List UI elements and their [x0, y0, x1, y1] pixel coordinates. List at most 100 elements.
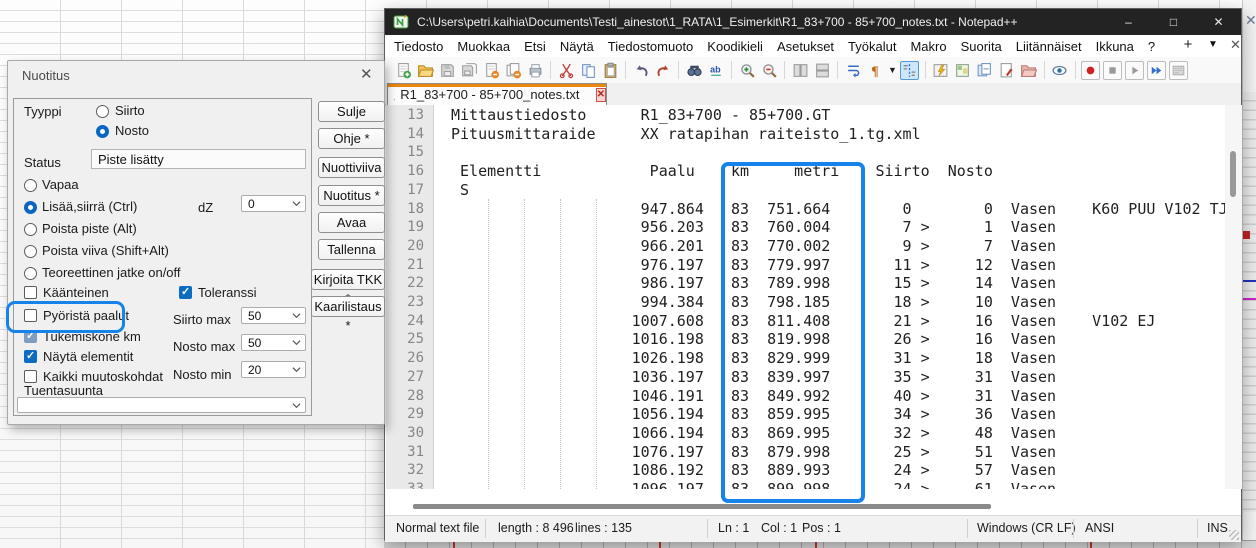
titlebar[interactable]: C:\Users\petri.kaihia\Documents\Testi_ai… [385, 9, 1241, 35]
menu-liitannaiset[interactable]: Liitännäiset [1009, 39, 1089, 54]
find-icon[interactable] [685, 61, 704, 80]
vertical-scrollbar[interactable] [1225, 105, 1242, 489]
menu-tiedostomuoto[interactable]: Tiedostomuoto [601, 39, 701, 54]
menu-muokkaa[interactable]: Muokkaa [450, 39, 517, 54]
folder-as-workspace-icon[interactable] [1019, 61, 1038, 80]
radio-siirto[interactable] [96, 105, 109, 118]
tuentasuunta-combo[interactable] [17, 397, 306, 413]
radio-siirto-label[interactable]: Siirto [115, 103, 145, 118]
shortcut-mapper-icon[interactable] [931, 61, 950, 80]
paste-icon[interactable] [601, 61, 620, 80]
sync-vertical-icon[interactable] [791, 61, 810, 80]
menu-ikkuna[interactable]: Ikkuna [1089, 39, 1141, 54]
indent-guide-icon[interactable] [900, 61, 919, 80]
function-list-icon[interactable] [997, 61, 1016, 80]
status-encoding[interactable]: ANSI [1085, 521, 1114, 535]
close-doc-icon[interactable] [482, 61, 501, 80]
radio-lisaa-siirra[interactable] [24, 201, 37, 214]
nuottiviiva-button[interactable]: Nuottiviiva [318, 157, 385, 178]
checkbox-toleranssi-label[interactable]: Toleranssi [198, 285, 257, 300]
radio-lisaa-siirra-label[interactable]: Lisää,siirrä (Ctrl) [42, 199, 137, 214]
radio-poista-piste[interactable] [24, 223, 37, 236]
new-file-icon[interactable] [394, 61, 413, 80]
macro-record-icon[interactable] [1081, 61, 1100, 80]
checkbox-kaikki-muutoskohdat-label[interactable]: Kaikki muutoskohdat [43, 369, 163, 384]
nosto-min-combo[interactable]: 20 [241, 361, 306, 378]
checkbox-kaanteinen-label[interactable]: Käänteinen [43, 285, 109, 300]
tallenna-button[interactable]: Tallenna [318, 239, 385, 260]
radio-vapaa[interactable] [24, 179, 37, 192]
kirjoita-tkk-button[interactable]: Kirjoita TKK * [311, 269, 385, 290]
checkbox-kaikki-muutoskohdat[interactable] [24, 370, 37, 383]
macro-stop-icon[interactable] [1103, 61, 1122, 80]
radio-vapaa-label[interactable]: Vapaa [42, 177, 79, 192]
status-typing-mode[interactable]: INS [1207, 521, 1228, 535]
redo-icon[interactable] [654, 61, 673, 80]
menu-tiedosto[interactable]: Tiedosto [387, 39, 450, 54]
radio-nosto-label[interactable]: Nosto [115, 123, 149, 138]
horizontal-scrollbar[interactable] [386, 489, 1225, 515]
undo-icon[interactable] [632, 61, 651, 80]
sulje-button[interactable]: Sulje [318, 101, 385, 122]
new-tab-button[interactable]: + [1178, 36, 1198, 53]
replace-icon[interactable]: ab [707, 61, 726, 80]
show-symbols-icon[interactable]: ¶ [866, 61, 885, 80]
menu-koodikieli[interactable]: Koodikieli [700, 39, 770, 54]
document-map-icon[interactable] [953, 61, 972, 80]
word-wrap-icon[interactable] [844, 61, 863, 80]
menu-suorita[interactable]: Suorita [954, 39, 1009, 54]
radio-poista-viiva-label[interactable]: Poista viiva (Shift+Alt) [42, 243, 169, 258]
radio-poista-viiva[interactable] [24, 245, 37, 258]
avaa-button[interactable]: Avaa [318, 212, 385, 233]
kaarilistaus-button[interactable]: Kaarilistaus * [311, 296, 385, 317]
macro-run-icon[interactable] [1147, 61, 1166, 80]
macro-save-icon[interactable] [1169, 61, 1188, 80]
zoom-in-icon[interactable] [738, 61, 757, 80]
tab-active[interactable]: R1_83+700 - 85+700_notes.txt ✕ [387, 83, 607, 105]
checkbox-tukemiskone-km[interactable] [24, 330, 37, 343]
checkbox-nayta-elementit-label[interactable]: Näytä elementit [43, 349, 133, 364]
radio-poista-piste-label[interactable]: Poista piste (Alt) [42, 221, 137, 236]
checkbox-nayta-elementit[interactable] [24, 350, 37, 363]
pin-icon[interactable] [586, 88, 587, 101]
checkbox-kaanteinen[interactable] [24, 286, 37, 299]
menu-tyokalut[interactable]: Työkalut [841, 39, 903, 54]
editor[interactable]: 13 14 15 16 17 18 19 20 21 22 23 24 25 2… [386, 105, 1225, 489]
tab-close-icon[interactable]: ✕ [596, 88, 606, 102]
open-folder-icon[interactable] [416, 61, 435, 80]
cut-icon[interactable] [557, 61, 576, 80]
nuotitus-button[interactable]: Nuotitus * [318, 185, 385, 206]
status-eol[interactable]: Windows (CR LF) [977, 521, 1076, 535]
checkbox-toleranssi[interactable] [179, 286, 192, 299]
radio-nosto[interactable] [96, 125, 109, 138]
zoom-out-icon[interactable] [760, 61, 779, 80]
close-tab-button[interactable]: ✕ [1230, 37, 1241, 53]
file-monitoring-icon[interactable] [1050, 61, 1069, 80]
print-icon[interactable] [526, 61, 545, 80]
nosto-max-combo[interactable]: 50 [241, 334, 306, 351]
resize-grip[interactable] [1229, 530, 1239, 540]
status-field[interactable]: Piste lisätty [91, 149, 306, 169]
menu-etsi[interactable]: Etsi [517, 39, 553, 54]
checkbox-pyorista-paalut[interactable] [24, 309, 37, 322]
maximize-button[interactable]: □ [1151, 9, 1196, 35]
document-switcher-icon[interactable] [975, 61, 994, 80]
copy-icon[interactable] [579, 61, 598, 80]
close-all-docs-icon[interactable] [504, 61, 523, 80]
save-icon[interactable] [438, 61, 457, 80]
menu-nayta[interactable]: Näytä [553, 39, 601, 54]
save-all-icon[interactable] [460, 61, 479, 80]
horizontal-scroll-thumb[interactable] [413, 504, 991, 509]
show-symbols-caret-icon[interactable]: ▼ [888, 65, 897, 75]
checkbox-pyorista-paalut-label[interactable]: Pyöristä paalut [43, 308, 129, 323]
dz-combo[interactable]: 0 [241, 195, 306, 212]
vertical-scroll-thumb[interactable] [1230, 151, 1236, 197]
tab-list-caret-icon[interactable]: ▼ [1208, 39, 1218, 50]
sync-horizontal-icon[interactable] [813, 61, 832, 80]
close-button[interactable]: ✕ [1196, 9, 1241, 35]
siirto-max-combo[interactable]: 50 [241, 307, 306, 324]
radio-teoreettinen-label[interactable]: Teoreettinen jatke on/off [42, 265, 181, 280]
menu-help[interactable]: ? [1141, 39, 1162, 54]
macro-play-icon[interactable] [1125, 61, 1144, 80]
dialog-close-icon[interactable]: ✕ [360, 65, 373, 83]
